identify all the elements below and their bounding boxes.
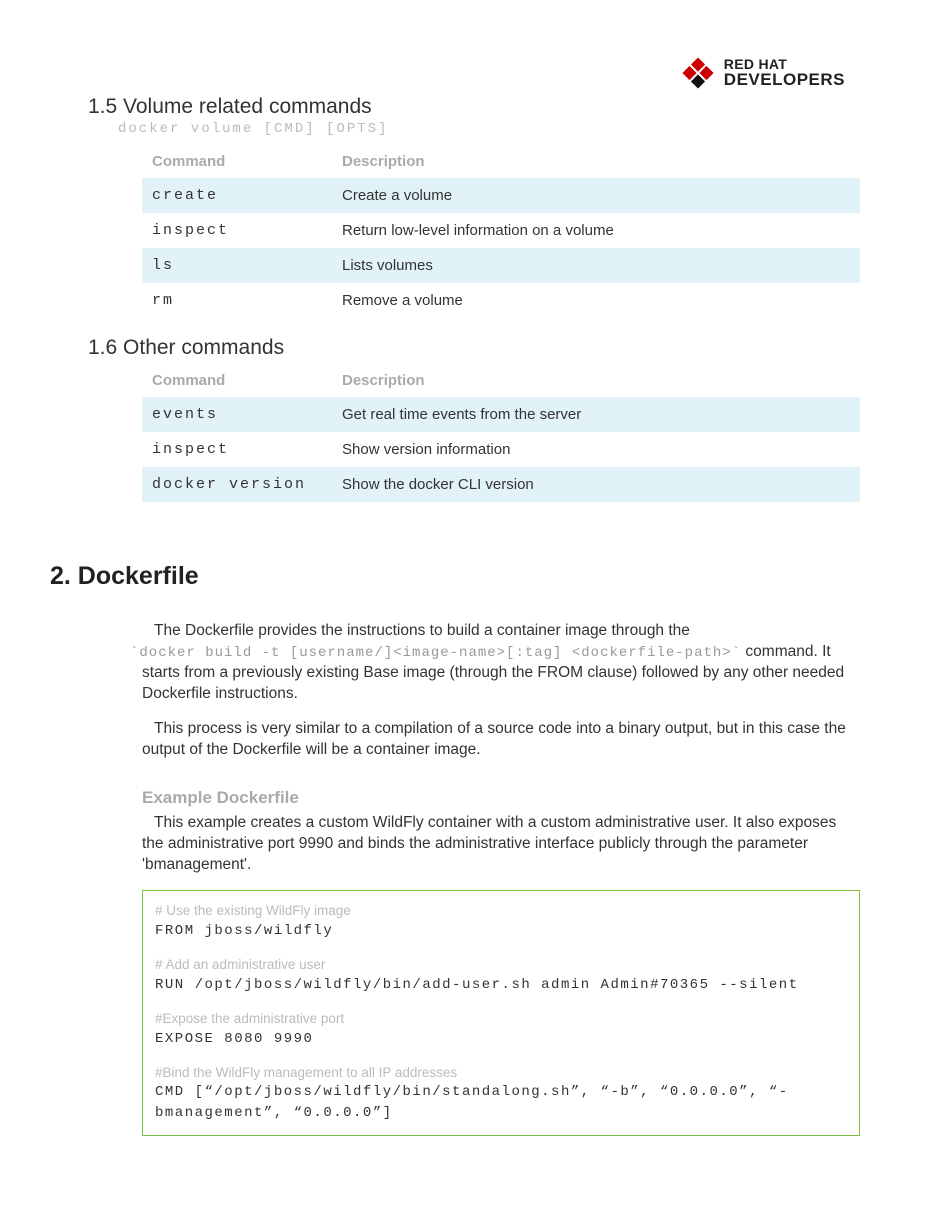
col-description: Description (332, 362, 860, 397)
volume-commands-table: Command Description createCreate a volum… (142, 143, 860, 318)
section-1-6-title: 1.6 Other commands (88, 336, 860, 360)
code-comment: #Bind the WildFly management to all IP a… (155, 1063, 847, 1083)
code-line: CMD [“/opt/jboss/wildfly/bin/standalong.… (155, 1082, 847, 1123)
logo: RED HAT DEVELOPERS (680, 55, 845, 91)
example-dockerfile-title: Example Dockerfile (142, 787, 860, 810)
docker-build-inline-code: `docker build -t [username/]<image-name>… (130, 645, 741, 661)
dockerfile-codebox: # Use the existing WildFly image FROM jb… (142, 890, 860, 1136)
dockerfile-paragraph-1: The Dockerfile provides the instructions… (142, 621, 860, 705)
page-content: 1.5 Volume related commands docker volum… (0, 0, 950, 1136)
table-row: eventsGet real time events from the serv… (142, 397, 860, 432)
redhat-diamond-icon (680, 55, 716, 91)
code-comment: #Expose the administrative port (155, 1009, 847, 1029)
code-comment: # Add an administrative user (155, 955, 847, 975)
code-line: RUN /opt/jboss/wildfly/bin/add-user.sh a… (155, 975, 847, 995)
logo-line1: RED HAT (724, 57, 845, 72)
col-description: Description (332, 143, 860, 178)
col-command: Command (142, 362, 332, 397)
table-row: lsLists volumes (142, 248, 860, 283)
section-1-5-title: 1.5 Volume related commands (88, 95, 860, 119)
code-line: EXPOSE 8080 9990 (155, 1029, 847, 1049)
code-line: FROM jboss/wildfly (155, 921, 847, 941)
table-row: rmRemove a volume (142, 283, 860, 318)
logo-line2: DEVELOPERS (724, 71, 845, 89)
dockerfile-paragraph-3: This example creates a custom WildFly co… (142, 813, 860, 876)
code-comment: # Use the existing WildFly image (155, 901, 847, 921)
table-row: inspectReturn low-level information on a… (142, 213, 860, 248)
table-row: docker versionShow the docker CLI versio… (142, 467, 860, 502)
other-commands-table: Command Description eventsGet real time … (142, 362, 860, 502)
section-1-5-cmdline: docker volume [CMD] [OPTS] (118, 121, 860, 137)
section-2-title: 2. Dockerfile (50, 562, 860, 591)
table-row: inspectShow version information (142, 432, 860, 467)
dockerfile-body: The Dockerfile provides the instructions… (142, 621, 860, 1136)
dockerfile-paragraph-2: This process is very similar to a compil… (142, 719, 860, 761)
col-command: Command (142, 143, 332, 178)
logo-text: RED HAT DEVELOPERS (724, 57, 845, 90)
table-row: createCreate a volume (142, 178, 860, 213)
